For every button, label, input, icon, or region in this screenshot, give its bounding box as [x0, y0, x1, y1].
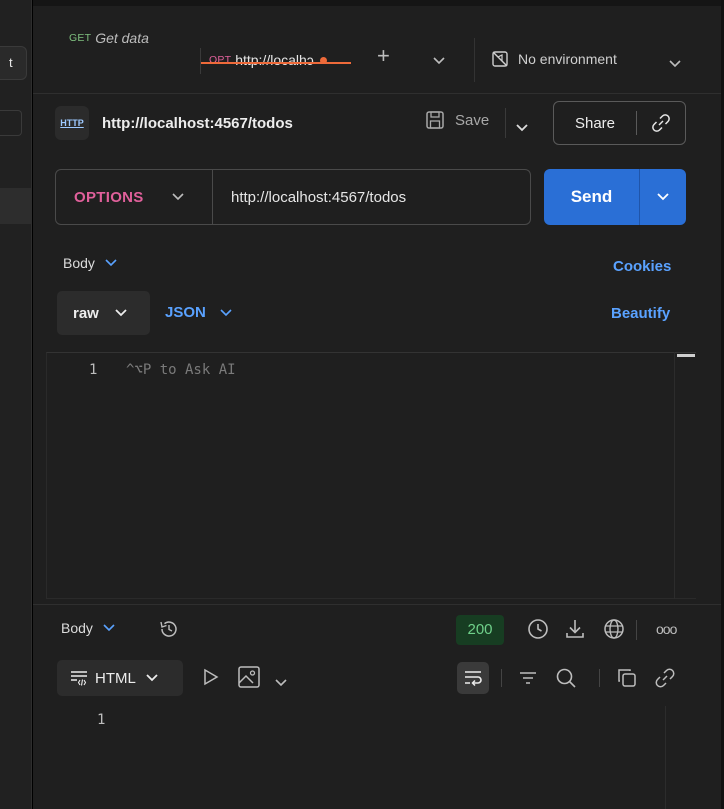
send-button-group: Send — [544, 169, 686, 225]
more-options-button[interactable]: ooo — [656, 621, 677, 637]
globe-icon[interactable] — [602, 617, 626, 646]
request-url-bar: OPTIONS http://localhost:4567/todos — [55, 169, 531, 225]
window-top-bar — [33, 0, 724, 6]
toolbar-divider — [599, 669, 600, 687]
response-toolbar-divider — [636, 620, 637, 640]
method-selector[interactable]: OPTIONS — [56, 170, 213, 224]
body-mode-selector[interactable]: raw — [57, 291, 150, 335]
environment-chevron-down-icon[interactable] — [669, 55, 681, 73]
save-button[interactable]: Save — [425, 110, 489, 130]
search-icon[interactable] — [555, 667, 577, 694]
save-options-chevron-down-icon[interactable] — [516, 119, 528, 137]
chevron-down-icon — [105, 259, 117, 267]
request-body-editor[interactable]: 1 ^⌥P to Ask AI — [46, 352, 696, 599]
chevron-down-icon — [103, 624, 115, 632]
chevron-down-icon — [657, 193, 669, 201]
editor-placeholder: ^⌥P to Ask AI — [126, 362, 236, 378]
save-label: Save — [455, 111, 490, 129]
share-button[interactable]: Share — [554, 115, 636, 132]
beautify-button[interactable]: Beautify — [611, 305, 670, 322]
save-icon — [426, 111, 444, 129]
link-icon[interactable] — [654, 667, 676, 694]
response-body-label: Body — [61, 620, 93, 636]
sidebar-tab[interactable]: t — [0, 46, 27, 80]
send-button[interactable]: Send — [544, 187, 639, 207]
copy-icon[interactable] — [616, 667, 638, 694]
tab-divider — [200, 48, 201, 74]
chevron-down-icon — [146, 674, 158, 682]
method-chevron-down-icon — [172, 193, 184, 201]
environment-label: No environment — [518, 51, 617, 67]
response-divider[interactable] — [33, 604, 724, 605]
clock-icon[interactable] — [526, 617, 550, 646]
collections-sidebar: t — [0, 0, 32, 809]
environment-selector[interactable]: No environment — [491, 50, 617, 68]
no-environment-icon — [492, 51, 508, 67]
request-header: HTTP http://localhost:4567/todos — [55, 103, 293, 143]
body-mode-label: raw — [73, 304, 99, 322]
wrap-lines-button[interactable] — [457, 662, 489, 694]
send-options-button[interactable] — [640, 193, 686, 201]
new-tab-button[interactable]: + — [377, 45, 390, 67]
tab-label: Get data — [95, 30, 149, 46]
response-format-label: HTML — [95, 669, 136, 687]
url-input[interactable]: http://localhost:4567/todos — [213, 189, 530, 206]
http-request-icon: HTTP — [55, 106, 89, 140]
chevron-down-icon — [115, 309, 127, 317]
editor-scrollbar[interactable] — [674, 352, 696, 599]
request-title[interactable]: http://localhost:4567/todos — [102, 115, 293, 132]
tab-options-localhost[interactable]: OPT http://localhɔ — [209, 48, 355, 72]
sidebar-selected-item[interactable] — [0, 188, 31, 224]
method-label: OPTIONS — [74, 188, 144, 206]
save-divider — [505, 108, 506, 138]
status-badge[interactable]: 200 — [456, 615, 504, 645]
sidebar-tab-label: t — [9, 55, 13, 70]
response-scrollbar[interactable] — [665, 706, 695, 809]
filter-icon[interactable] — [518, 667, 538, 694]
response-body-tab[interactable]: Body — [61, 620, 115, 636]
preview-play-icon[interactable] — [203, 668, 219, 691]
sidebar-search-input[interactable] — [0, 110, 22, 136]
link-icon — [652, 114, 670, 132]
html-format-icon — [71, 671, 87, 686]
tab-list-chevron-down-icon[interactable] — [433, 52, 445, 70]
request-workspace: GET Get data OPT http://localhɔ + No env… — [33, 0, 724, 809]
scrollbar-thumb[interactable] — [677, 354, 695, 357]
copy-link-button[interactable] — [637, 113, 685, 133]
cookies-link[interactable]: Cookies — [613, 258, 671, 275]
download-icon[interactable] — [564, 617, 586, 646]
tab-label: http://localhɔ — [235, 52, 314, 68]
body-tab-label: Body — [63, 255, 95, 271]
line-number: 1 — [97, 712, 106, 728]
chevron-down-icon — [220, 308, 232, 316]
tab-env-divider — [474, 38, 475, 82]
tab-get-data[interactable]: GET Get data — [69, 26, 149, 50]
active-tab-indicator — [201, 62, 351, 64]
wrap-icon — [465, 671, 482, 687]
body-language-label: JSON — [165, 304, 206, 321]
history-icon[interactable] — [158, 618, 180, 645]
visualize-chevron-down-icon[interactable] — [275, 674, 287, 692]
response-format-selector[interactable]: HTML — [57, 660, 183, 696]
tab-method-badge: GET — [69, 32, 92, 44]
share-button-group: Share — [553, 101, 686, 145]
body-language-selector[interactable]: JSON — [165, 304, 232, 321]
request-body-tab[interactable]: Body — [63, 255, 117, 271]
tab-method-badge: OPT — [209, 54, 232, 66]
toolbar-divider — [501, 669, 502, 687]
line-number: 1 — [89, 362, 98, 378]
visualize-image-icon[interactable] — [237, 665, 261, 694]
